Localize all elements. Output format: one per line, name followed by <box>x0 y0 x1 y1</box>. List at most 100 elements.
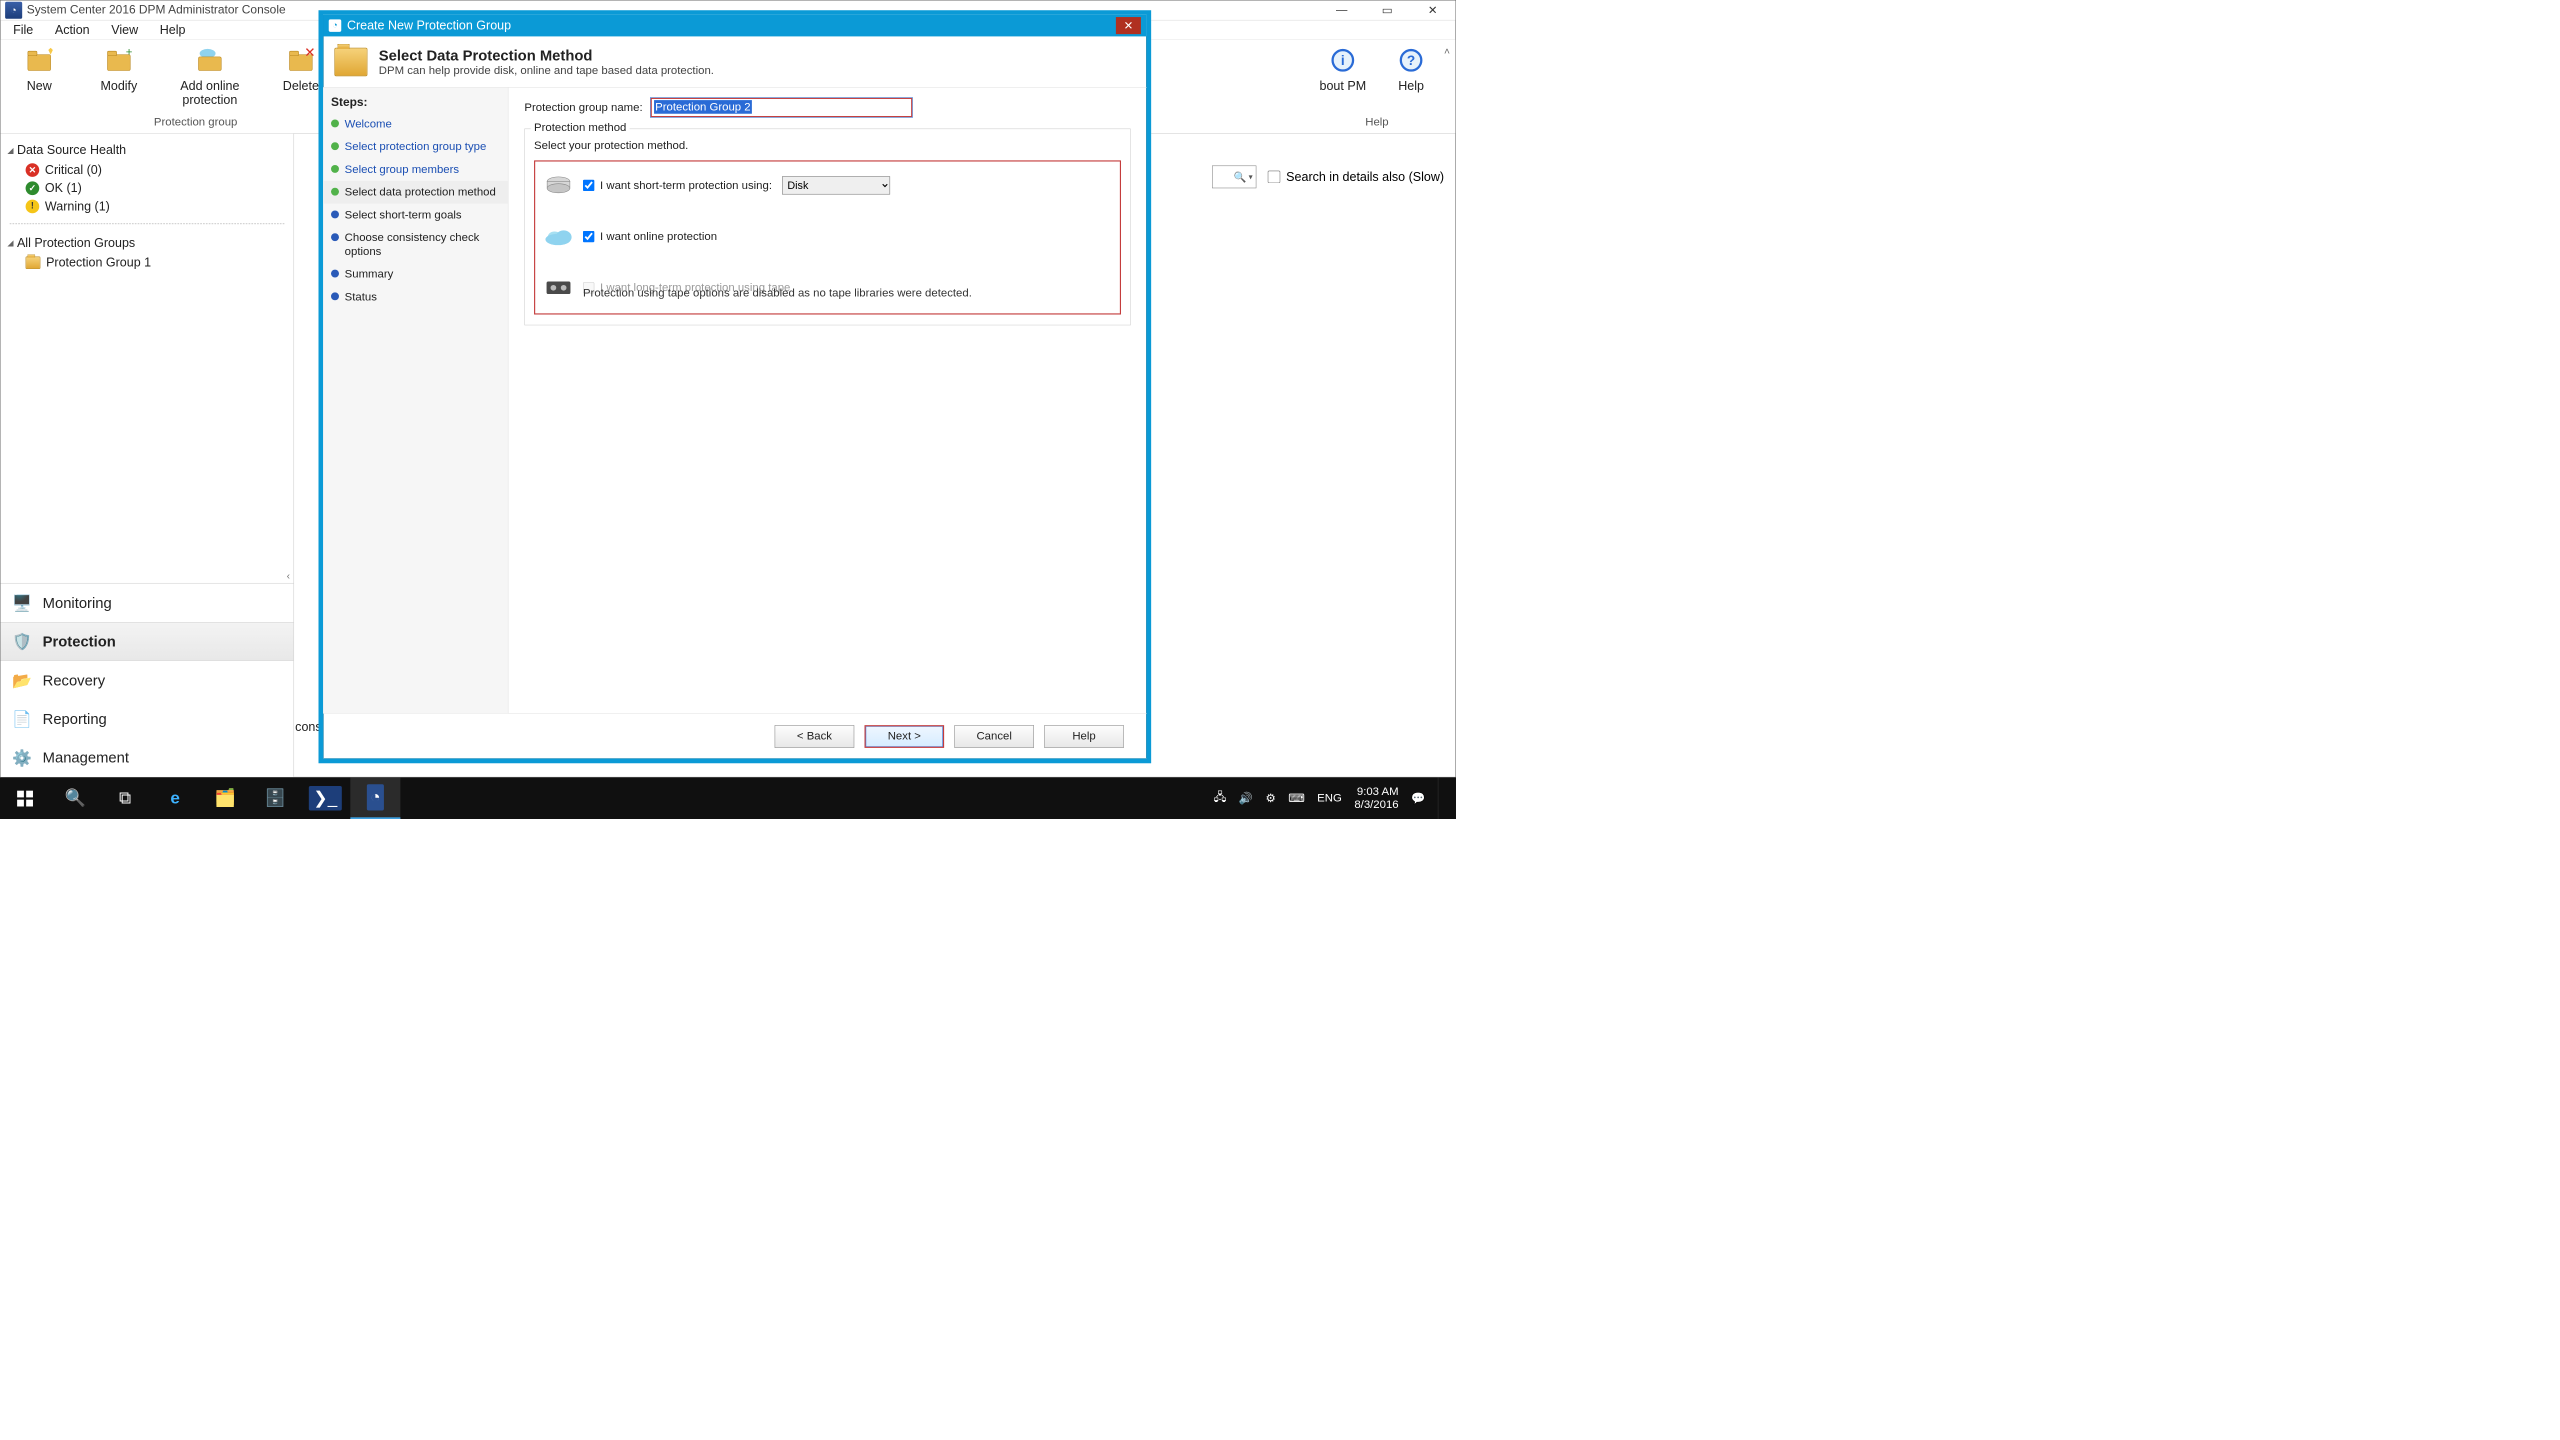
tray-network-icon[interactable]: 🖧 <box>1214 789 1227 808</box>
wunder-reporting[interactable]: 📄 Reporting <box>1 700 294 739</box>
tree-groups-header[interactable]: All Protection Groups <box>5 232 289 254</box>
dialog-header-icon <box>334 47 367 75</box>
tree-group-1-label: Protection Group 1 <box>46 255 151 270</box>
health-ok-label: OK (1) <box>45 181 82 196</box>
health-critical[interactable]: ✕ Critical (0) <box>5 161 289 179</box>
start-button[interactable] <box>0 777 50 819</box>
ie-icon: e <box>170 789 179 808</box>
search-details-label: Search in details also (Slow) <box>1286 169 1444 184</box>
taskbar-explorer[interactable]: 🗂️ <box>200 777 250 819</box>
online-checkbox[interactable]: I want online protection <box>583 230 717 243</box>
dialog-title: Create New Protection Group <box>347 18 511 33</box>
tray-date: 8/3/2016 <box>1354 798 1398 811</box>
health-critical-label: Critical (0) <box>45 163 102 178</box>
ribbon-new-label: New <box>27 78 52 92</box>
ribbon-group-label: Protection group <box>154 114 237 130</box>
folder-modify-icon: + <box>103 44 135 76</box>
short-term-row: I want short-term protection using: Disk <box>544 173 1110 198</box>
short-term-checkbox[interactable]: I want short-term protection using: <box>583 179 772 192</box>
protection-method-fieldset: Protection method Select your protection… <box>524 129 1130 326</box>
main-minimize-button[interactable]: — <box>1319 0 1365 20</box>
dialog-help-button[interactable]: Help <box>1044 725 1124 748</box>
taskbar-search-button[interactable]: 🔍 <box>50 777 100 819</box>
step-type[interactable]: Select protection group type <box>323 135 508 158</box>
ribbon-modify-button[interactable]: + Modify <box>85 42 153 114</box>
step-status: Status <box>323 286 508 309</box>
ribbon-about-button[interactable]: i bout PM <box>1314 42 1371 114</box>
protection-method-legend: Protection method <box>531 121 630 134</box>
info-icon: i <box>1327 44 1359 76</box>
svg-text:i: i <box>1341 53 1345 68</box>
taskbar-server-manager[interactable]: 🗄️ <box>250 777 300 819</box>
cancel-button[interactable]: Cancel <box>954 725 1034 748</box>
dialog-close-button[interactable]: ✕ <box>1116 17 1141 34</box>
dialog-header-subtitle: DPM can help provide disk, online and ta… <box>379 64 714 77</box>
ribbon-help-btnlabel: Help <box>1398 78 1424 92</box>
main-window-title: System Center 2016 DPM Administrator Con… <box>27 3 286 17</box>
short-term-target-select[interactable]: Disk <box>782 176 890 194</box>
online-cb-input[interactable] <box>583 231 594 242</box>
tray-settings-icon[interactable]: ⚙ <box>1266 791 1276 805</box>
health-warning-label: Warning (1) <box>45 199 110 214</box>
folder-cloud-icon <box>194 44 226 76</box>
powershell-icon: ❯_ <box>309 786 342 810</box>
tray-time: 9:03 AM <box>1357 785 1399 798</box>
tray-volume-icon[interactable]: 🔊 <box>1239 791 1253 805</box>
taskbar-dpm[interactable]: ◔ <box>350 777 400 819</box>
ribbon-delete-label: Delete <box>283 78 319 92</box>
taskview-button[interactable]: ⧉ <box>100 777 150 819</box>
recovery-icon: 📂 <box>12 670 32 690</box>
folder-icon <box>26 257 41 270</box>
help-icon: ? <box>1395 44 1427 76</box>
wunder-protection[interactable]: 🛡️ Protection <box>1 622 294 661</box>
back-button[interactable]: < Back <box>775 725 855 748</box>
tree-health-header[interactable]: Data Source Health <box>5 139 289 161</box>
menu-action[interactable]: Action <box>48 20 96 39</box>
dialog-icon: ◔ <box>329 19 342 32</box>
main-maximize-button[interactable]: ▭ <box>1364 0 1410 20</box>
ribbon-help-button[interactable]: ? Help <box>1383 42 1440 114</box>
wunder-management[interactable]: ⚙️ Management <box>1 738 294 777</box>
dialog-titlebar: ◔ Create New Protection Group ✕ <box>323 15 1147 37</box>
management-icon: ⚙️ <box>12 747 32 767</box>
show-desktop-button[interactable] <box>1438 777 1448 819</box>
tray-clock[interactable]: 9:03 AM 8/3/2016 <box>1354 785 1398 811</box>
short-term-cb-input[interactable] <box>583 180 594 191</box>
ribbon-collapse-chevron[interactable]: ˄ <box>1444 42 1455 133</box>
wizard-steps: Steps: Welcome Select protection group t… <box>323 88 508 714</box>
leftnav-collapse-chevron[interactable]: ‹ <box>1 569 294 583</box>
search-details-cb-input[interactable] <box>1268 171 1281 184</box>
protection-method-instr: Select your protection method. <box>534 139 1121 152</box>
search-details-checkbox[interactable]: Search in details also (Slow) <box>1268 169 1444 184</box>
menu-file[interactable]: File <box>6 20 40 39</box>
wunder-monitoring[interactable]: 🖥️ Monitoring <box>1 584 294 623</box>
wunder-recovery[interactable]: 📂 Recovery <box>1 661 294 700</box>
health-ok[interactable]: ✓ OK (1) <box>5 179 289 197</box>
taskbar-ie[interactable]: e <box>150 777 200 819</box>
step-members[interactable]: Select group members <box>323 158 508 181</box>
group-name-input[interactable] <box>651 98 913 117</box>
taskbar-powershell[interactable]: ❯_ <box>300 777 350 819</box>
ribbon-add-online-button[interactable]: Add online protection <box>164 42 255 114</box>
search-input[interactable]: 🔍▾ <box>1212 166 1256 189</box>
tray-language[interactable]: ENG <box>1317 792 1342 805</box>
disk-icon <box>544 173 572 198</box>
step-method[interactable]: Select data protection method <box>323 181 508 204</box>
next-button[interactable]: Next > <box>865 725 945 748</box>
tree-group-1[interactable]: Protection Group 1 <box>5 254 289 272</box>
step-summary: Summary <box>323 263 508 286</box>
tray-action-center-icon[interactable]: 💬 <box>1411 791 1425 805</box>
taskbar: 🔍 ⧉ e 🗂️ 🗄️ ❯_ ◔ 🖧 🔊 ⚙ ⌨ ENG 9:03 AM 8/3… <box>0 777 1456 819</box>
ok-icon: ✓ <box>26 181 40 195</box>
step-goals: Select short-term goals <box>323 204 508 227</box>
tape-icon <box>544 275 572 300</box>
menu-help[interactable]: Help <box>153 20 192 39</box>
search-icon: 🔍 <box>1234 171 1247 183</box>
menu-view[interactable]: View <box>104 20 145 39</box>
step-welcome[interactable]: Welcome <box>323 113 508 136</box>
health-warning[interactable]: ! Warning (1) <box>5 197 289 215</box>
ribbon-new-button[interactable]: New <box>5 42 73 114</box>
tray-keyboard-icon[interactable]: ⌨ <box>1288 791 1304 805</box>
main-close-button[interactable]: ✕ <box>1410 0 1456 20</box>
svg-text:?: ? <box>1407 53 1415 68</box>
